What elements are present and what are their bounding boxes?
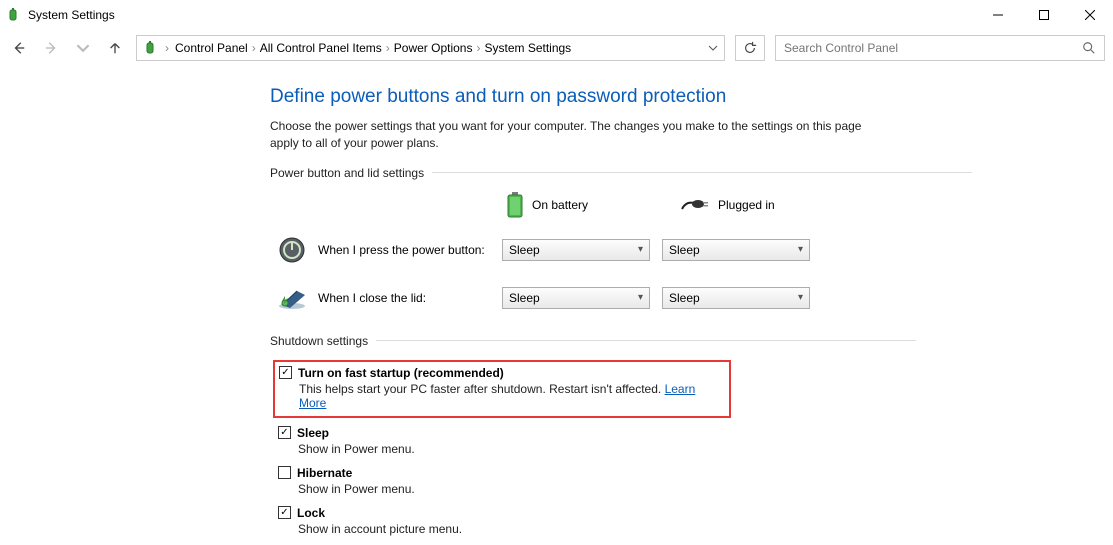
main-content: Define power buttons and turn on passwor…	[0, 66, 1090, 538]
dropdown-value: Sleep	[669, 291, 798, 305]
shutdown-item-sleep: Sleep Show in Power menu.	[276, 424, 1090, 458]
breadcrumb-control-panel[interactable]: Control Panel	[175, 41, 248, 55]
window-controls	[975, 0, 1113, 30]
refresh-button[interactable]	[735, 35, 765, 61]
checkbox-sleep[interactable]	[278, 426, 291, 439]
navbar: › Control Panel › All Control Panel Item…	[0, 30, 1113, 66]
battery-icon	[506, 192, 524, 218]
laptop-lid-icon	[276, 282, 308, 314]
checkbox-fast-startup[interactable]	[279, 366, 292, 379]
titlebar: System Settings	[0, 0, 1113, 30]
page-heading: Define power buttons and turn on passwor…	[270, 86, 1090, 108]
page-intro: Choose the power settings that you want …	[270, 118, 880, 152]
breadcrumb-system-settings[interactable]: System Settings	[484, 41, 571, 55]
chevron-down-icon: ▾	[638, 244, 643, 255]
chevron-down-icon: ▾	[638, 292, 643, 303]
chevron-right-icon: ›	[252, 41, 256, 55]
section-label: Power button and lid settings	[270, 166, 424, 180]
checkbox-hibernate[interactable]	[278, 466, 291, 479]
shutdown-list: Turn on fast startup (recommended) This …	[276, 360, 1090, 538]
back-button[interactable]	[8, 37, 30, 59]
shutdown-item-fast-startup: Turn on fast startup (recommended) This …	[273, 360, 731, 418]
checkbox-desc: This helps start your PC faster after sh…	[299, 380, 723, 410]
breadcrumb-all-items[interactable]: All Control Panel Items	[260, 41, 382, 55]
chevron-right-icon: ›	[476, 41, 480, 55]
shutdown-item-hibernate: Hibernate Show in Power menu.	[276, 464, 1090, 498]
breadcrumb: Control Panel › All Control Panel Items …	[175, 41, 702, 55]
checkbox-desc: Show in Power menu.	[298, 480, 1090, 496]
column-battery: On battery	[496, 192, 656, 218]
power-button-icon	[276, 234, 308, 266]
checkbox-desc: Show in Power menu.	[298, 440, 1090, 456]
chevron-down-icon: ▾	[798, 244, 803, 255]
chevron-right-icon: ›	[386, 41, 390, 55]
forward-button[interactable]	[40, 37, 62, 59]
checkbox-label: Hibernate	[297, 466, 352, 480]
checkbox-label: Lock	[297, 506, 325, 520]
checkbox-lock[interactable]	[278, 506, 291, 519]
chevron-down-icon: ▾	[798, 292, 803, 303]
row-power-button-label: When I press the power button:	[318, 243, 485, 257]
dropdown-lid-battery[interactable]: Sleep ▾	[502, 287, 650, 309]
checkbox-desc: Show in account picture menu.	[298, 520, 1090, 536]
column-plugged-label: Plugged in	[718, 198, 775, 212]
section-power-lid: Power button and lid settings	[270, 166, 1090, 180]
dropdown-value: Sleep	[669, 243, 798, 257]
dropdown-value: Sleep	[509, 291, 638, 305]
power-options-icon	[143, 40, 159, 56]
search-box[interactable]	[775, 35, 1105, 61]
section-divider	[432, 172, 972, 173]
power-options-icon	[6, 7, 22, 23]
dropdown-power-plugged[interactable]: Sleep ▾	[662, 239, 810, 261]
search-icon[interactable]	[1082, 41, 1096, 55]
dropdown-value: Sleep	[509, 243, 638, 257]
window-title: System Settings	[28, 8, 975, 22]
column-plugged: Plugged in	[656, 197, 816, 213]
address-bar[interactable]: › Control Panel › All Control Panel Item…	[136, 35, 725, 61]
recent-locations-button[interactable]	[72, 37, 94, 59]
column-battery-label: On battery	[532, 198, 588, 212]
plug-icon	[680, 197, 710, 213]
section-shutdown: Shutdown settings	[270, 334, 1090, 348]
row-close-lid-label: When I close the lid:	[318, 291, 426, 305]
section-divider	[376, 340, 916, 341]
dropdown-lid-plugged[interactable]: Sleep ▾	[662, 287, 810, 309]
dropdown-power-battery[interactable]: Sleep ▾	[502, 239, 650, 261]
address-dropdown-icon[interactable]	[708, 43, 718, 53]
shutdown-item-lock: Lock Show in account picture menu.	[276, 504, 1090, 538]
power-grid: On battery Plugged in When I press the p…	[276, 192, 1090, 314]
close-button[interactable]	[1067, 0, 1113, 30]
search-input[interactable]	[784, 41, 1082, 55]
checkbox-label: Sleep	[297, 426, 329, 440]
checkbox-label: Turn on fast startup (recommended)	[298, 366, 504, 380]
maximize-button[interactable]	[1021, 0, 1067, 30]
chevron-right-icon[interactable]: ›	[165, 41, 169, 55]
minimize-button[interactable]	[975, 0, 1021, 30]
up-button[interactable]	[104, 37, 126, 59]
row-close-lid: When I close the lid:	[276, 282, 496, 314]
section-label: Shutdown settings	[270, 334, 368, 348]
breadcrumb-power-options[interactable]: Power Options	[394, 41, 473, 55]
row-power-button: When I press the power button:	[276, 234, 496, 266]
